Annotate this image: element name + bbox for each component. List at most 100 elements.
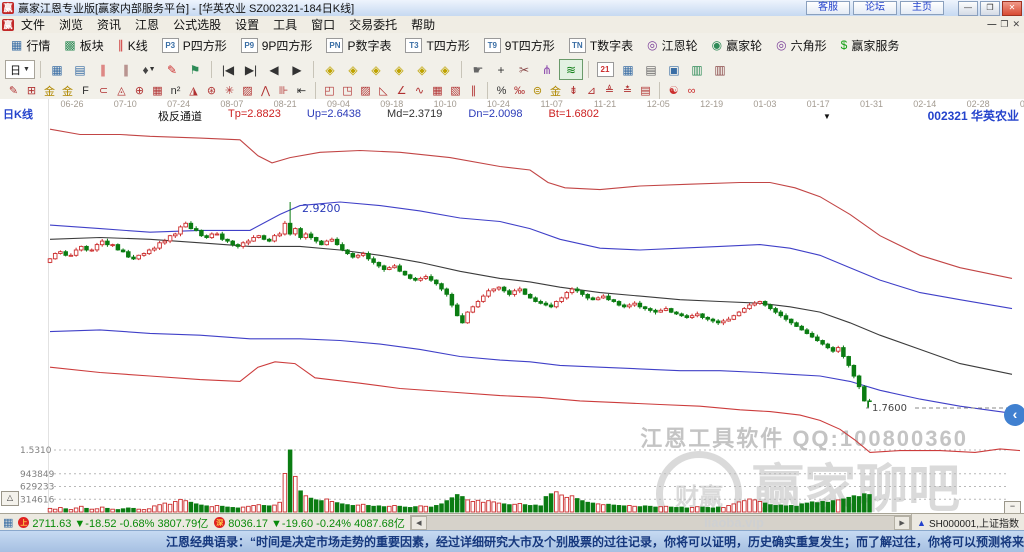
minimize-button[interactable]: —	[958, 1, 978, 16]
box-tool-icon[interactable]: ◰	[321, 83, 338, 98]
hatch2-tool-icon[interactable]: ▧	[447, 83, 464, 98]
kline-red-icon[interactable]: ∥	[92, 60, 114, 79]
drop-tool-icon[interactable]: ⇟	[565, 83, 582, 98]
close-button[interactable]: ✕	[1002, 1, 1022, 16]
gann-fan-icon[interactable]: ⊕	[131, 83, 148, 98]
scroll-left-icon[interactable]: ◀	[411, 516, 427, 530]
angle-tool-icon[interactable]: ∠	[393, 83, 410, 98]
eq-tool-icon[interactable]: ≜	[601, 83, 618, 98]
t-table-button[interactable]: TNT数字表	[562, 35, 640, 55]
arc-tool-icon[interactable]: ⊂	[95, 83, 112, 98]
menu-item-文件[interactable]: 文件	[14, 16, 52, 33]
gold-grid2-icon[interactable]: 金	[59, 83, 76, 98]
circle-tool-icon[interactable]: ⊜	[529, 83, 546, 98]
ruler-tool-icon[interactable]: ⊪	[275, 83, 292, 98]
next-bar-icon[interactable]: ▶	[286, 60, 308, 79]
scroll-track[interactable]	[427, 516, 894, 530]
menu-item-资讯[interactable]: 资讯	[90, 16, 128, 33]
prev-bar-icon[interactable]: ◀	[263, 60, 285, 79]
wave-tool-icon[interactable]: ⋀	[257, 83, 274, 98]
menu-item-江恩[interactable]: 江恩	[128, 16, 166, 33]
p-table-button[interactable]: PNP数字表	[319, 35, 398, 55]
kline-button[interactable]: ∥K线	[111, 35, 155, 55]
permille-tool-icon[interactable]: ‰	[511, 83, 528, 98]
p-square-button[interactable]: P3P四方形	[155, 35, 234, 55]
maximize-button[interactable]: ❐	[980, 1, 1000, 16]
t-square-button[interactable]: T3T四方形	[398, 35, 476, 55]
child-minimize-button[interactable]: —	[987, 19, 996, 30]
limit-tool-icon[interactable]: ⇤	[293, 83, 310, 98]
calendar-icon[interactable]: 21	[594, 60, 616, 79]
horizontal-scrollbar[interactable]: ◀ ▶	[410, 515, 911, 531]
winner-wheel-button[interactable]: ◉赢家轮	[705, 35, 770, 55]
pane-tab-daily-kline[interactable]: 日K线	[3, 106, 33, 122]
grid2-tool-icon[interactable]: ▦	[429, 83, 446, 98]
table-tool-icon[interactable]: ▤	[637, 83, 654, 98]
window-icon[interactable]: ▦	[46, 60, 68, 79]
sz-index[interactable]: 深8036.17 ▼-19.60 -0.24% 4087.68亿	[211, 515, 408, 531]
first-bar-icon[interactable]: |◀	[217, 60, 239, 79]
menu-item-公式选股[interactable]: 公式选股	[166, 16, 228, 33]
fib-tool-icon[interactable]: F	[77, 83, 94, 98]
fan-tool-icon[interactable]: ◳	[339, 83, 356, 98]
9p-square-button[interactable]: P99P四方形	[234, 35, 320, 55]
volume-pane-toggle-button[interactable]: △	[1, 491, 19, 506]
menu-item-工具[interactable]: 工具	[266, 16, 304, 33]
sh-index[interactable]: 上2711.63 ▼-18.52 -0.68% 3807.79亿	[15, 515, 211, 531]
pattern-dropdown-icon[interactable]: ♦▼	[138, 60, 160, 79]
grid-tool-icon[interactable]: ⊞	[23, 83, 40, 98]
quotes-button[interactable]: ▦行情	[4, 35, 57, 55]
infinity-icon[interactable]: ∞	[683, 83, 700, 98]
hatch-tool-icon[interactable]: ▨	[357, 83, 374, 98]
last-bar-icon[interactable]: ▶|	[240, 60, 262, 79]
info-icon[interactable]: ▤	[69, 60, 91, 79]
hand-icon[interactable]: ☛	[467, 60, 489, 79]
zigzag-tool-icon[interactable]: ∿	[411, 83, 428, 98]
menu-item-交易委托[interactable]: 交易委托	[342, 16, 404, 33]
menu-item-浏览[interactable]: 浏览	[52, 16, 90, 33]
gann-diamond-5-icon[interactable]: ◈	[411, 60, 433, 79]
wedge-tool-icon[interactable]: ◺	[375, 83, 392, 98]
menu-item-设置[interactable]: 设置	[228, 16, 266, 33]
hexagon-button[interactable]: ◎六角形	[769, 35, 834, 55]
gann-diamond-1-icon[interactable]: ◈	[319, 60, 341, 79]
cone-tool-icon[interactable]: ◮	[185, 83, 202, 98]
taiji-icon[interactable]: ☯	[665, 83, 682, 98]
chart-area[interactable]: 江恩工具软件 QQ:100800360 财赢 赢家聊吧 1.5310943849…	[0, 99, 1024, 513]
scissors-icon[interactable]: ✂	[513, 60, 535, 79]
line-tool-icon[interactable]: ≋	[559, 59, 583, 80]
9t-square-button[interactable]: T99T四方形	[477, 35, 562, 55]
triangle-tool-icon[interactable]: ◬	[113, 83, 130, 98]
gann-wheel-button[interactable]: ◎江恩轮	[640, 35, 705, 55]
winner-service-button[interactable]: $赢家服务	[834, 35, 907, 55]
kline-bar-icon[interactable]: ∥	[115, 60, 137, 79]
star-tool-icon[interactable]: ✳	[221, 83, 238, 98]
approx-tool-icon[interactable]: ≛	[619, 83, 636, 98]
child-close-button[interactable]: ✕	[1012, 19, 1020, 30]
sectors-button[interactable]: ▩板块	[57, 35, 110, 55]
remote-icon[interactable]: ▥	[709, 60, 731, 79]
scroll-right-icon[interactable]: ▶	[894, 516, 910, 530]
square-n2-icon[interactable]: n²	[167, 83, 184, 98]
gann-diamond-2-icon[interactable]: ◈	[342, 60, 364, 79]
period-day-button[interactable]: 日▼	[5, 60, 35, 79]
gann-diamond-4-icon[interactable]: ◈	[388, 60, 410, 79]
kline-canvas[interactable]: 1.53109438496292333146162.92001.7600	[0, 99, 1024, 513]
gann-diamond-3-icon[interactable]: ◈	[365, 60, 387, 79]
save-icon[interactable]: ▣	[663, 60, 685, 79]
percent-tool-icon[interactable]: %	[493, 83, 510, 98]
slash-tool-icon[interactable]: ∥	[465, 83, 482, 98]
calculator-icon[interactable]: ▦	[617, 60, 639, 79]
gold-grid-icon[interactable]: 金	[41, 83, 58, 98]
customer-service-button[interactable]: 客服	[806, 1, 850, 15]
notes-icon[interactable]: ▤	[640, 60, 662, 79]
quote-grid-icon[interactable]: ▦	[3, 516, 13, 529]
pen-tool-icon[interactable]: ✎	[5, 83, 22, 98]
homepage-button[interactable]: 主页	[900, 1, 944, 15]
crosshair-icon[interactable]: +	[490, 60, 512, 79]
fork-tool-icon[interactable]: ⋔	[536, 60, 558, 79]
current-index-label[interactable]: ▲ SH000001,上证指数	[911, 514, 1024, 531]
gann-grid-icon[interactable]: ▦	[149, 83, 166, 98]
shade-tool-icon[interactable]: ▨	[239, 83, 256, 98]
forum-button[interactable]: 论坛	[853, 1, 897, 15]
